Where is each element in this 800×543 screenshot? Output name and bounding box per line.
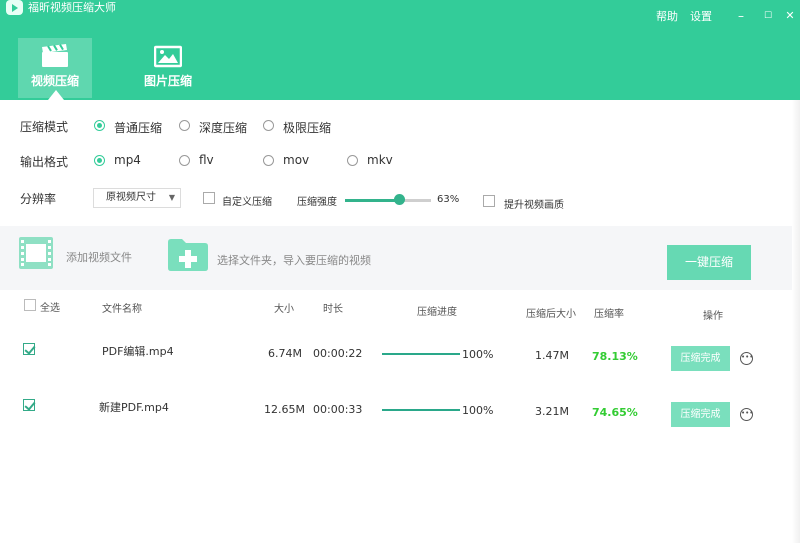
col-size-after-header: 压缩后大小 [526, 309, 576, 320]
settings-link[interactable]: 设置 [690, 10, 712, 24]
mode-extreme-radio[interactable] [263, 120, 274, 131]
col-name-header: 文件名称 [102, 304, 142, 315]
maximize-button[interactable]: ☐ [759, 7, 777, 25]
mode-label: 压缩模式 [20, 120, 69, 134]
row-1-status-button[interactable]: 压缩完成 [671, 346, 730, 371]
folder-add-icon[interactable] [168, 239, 208, 271]
format-flv-radio[interactable] [179, 155, 190, 166]
row-2-checkbox[interactable] [23, 399, 35, 411]
strength-label: 压缩强度 [297, 197, 337, 208]
enhance-quality-label[interactable]: 提升视频画质 [504, 196, 564, 211]
resolution-select-value: 原视频尺寸 [106, 192, 156, 203]
row-1-checkbox[interactable] [23, 343, 35, 355]
video-clapper-icon [40, 44, 70, 72]
row-2-status-button[interactable]: 压缩完成 [671, 402, 730, 427]
format-mp4-radio[interactable] [94, 155, 105, 166]
chevron-down-icon: ▼ [168, 193, 175, 202]
col-action-header: 操作 [703, 311, 723, 322]
select-all-checkbox[interactable] [24, 299, 36, 311]
row-1-size: 6.74M [268, 347, 302, 360]
resolution-select[interactable]: 原视频尺寸 ▼ [93, 188, 181, 208]
row-2-progress-text: 100% [462, 404, 494, 417]
mode-deep-radio[interactable] [179, 120, 190, 131]
format-mp4-label[interactable]: mp4 [114, 153, 141, 167]
col-size-header: 大小 [274, 304, 294, 315]
format-mov-label[interactable]: mov [283, 153, 309, 167]
add-video-label[interactable]: 添加视频文件 [66, 249, 132, 265]
format-label: 输出格式 [20, 155, 69, 169]
image-icon [153, 44, 183, 72]
app-header [0, 0, 800, 100]
close-button[interactable]: ✕ [781, 7, 799, 25]
app-logo-icon [6, 0, 23, 15]
minimize-button[interactable]: – [732, 7, 750, 25]
format-mkv-radio[interactable] [347, 155, 358, 166]
tab-video-compress[interactable]: 视频压缩 [18, 38, 92, 98]
format-mkv-label[interactable]: mkv [367, 153, 393, 167]
format-mov-radio[interactable] [263, 155, 274, 166]
row-2-progress-bar [382, 409, 460, 411]
row-1-progress-text: 100% [462, 348, 494, 361]
compress-all-button[interactable]: 一键压缩 [667, 245, 751, 280]
select-all-label[interactable]: 全选 [40, 299, 60, 314]
row-1-name: PDF编辑.mp4 [102, 345, 174, 358]
row-2-duration: 00:00:33 [313, 403, 363, 416]
tab-video-compress-label: 视频压缩 [30, 74, 79, 88]
row-1-ratio: 78.13% [592, 350, 638, 363]
help-link[interactable]: 帮助 [656, 10, 678, 24]
custom-compress-checkbox[interactable] [203, 192, 215, 204]
row-2-ratio: 74.65% [592, 406, 638, 419]
col-duration-header: 时长 [323, 304, 343, 315]
mode-normal-radio[interactable] [94, 120, 105, 131]
resolution-label: 分辨率 [20, 192, 57, 206]
add-folder-label[interactable]: 选择文件夹，导入要压缩的视频 [217, 252, 371, 268]
row-1-duration: 00:00:22 [313, 347, 363, 360]
row-2-name: 新建PDF.mp4 [99, 401, 169, 414]
row-1-more-icon[interactable]: ••• [740, 352, 753, 365]
strength-slider-track[interactable] [345, 199, 431, 202]
mode-deep-label[interactable]: 深度压缩 [199, 119, 247, 136]
col-progress-header: 压缩进度 [417, 307, 457, 318]
strength-slider-fill [345, 199, 400, 202]
enhance-quality-checkbox[interactable] [483, 195, 495, 207]
film-icon[interactable] [18, 236, 54, 270]
row-2-more-icon[interactable]: ••• [740, 408, 753, 421]
col-ratio-header: 压缩率 [594, 309, 624, 320]
mode-normal-label[interactable]: 普通压缩 [114, 119, 162, 136]
strength-slider-handle[interactable] [394, 194, 406, 205]
strength-value: 63% [437, 194, 460, 205]
row-2-size-after: 3.21M [535, 405, 569, 418]
window-edge [792, 100, 800, 543]
format-flv-label[interactable]: flv [199, 153, 214, 167]
row-1-size-after: 1.47M [535, 349, 569, 362]
active-tab-indicator [48, 90, 64, 100]
row-1-progress-bar [382, 353, 460, 355]
custom-compress-label[interactable]: 自定义压缩 [222, 193, 272, 208]
app-title: 福昕视频压缩大师 [28, 1, 116, 14]
tab-image-compress-label: 图片压缩 [143, 74, 192, 88]
row-2-size: 12.65M [264, 403, 305, 416]
tab-image-compress[interactable]: 图片压缩 [128, 38, 208, 98]
mode-extreme-label[interactable]: 极限压缩 [283, 119, 331, 136]
